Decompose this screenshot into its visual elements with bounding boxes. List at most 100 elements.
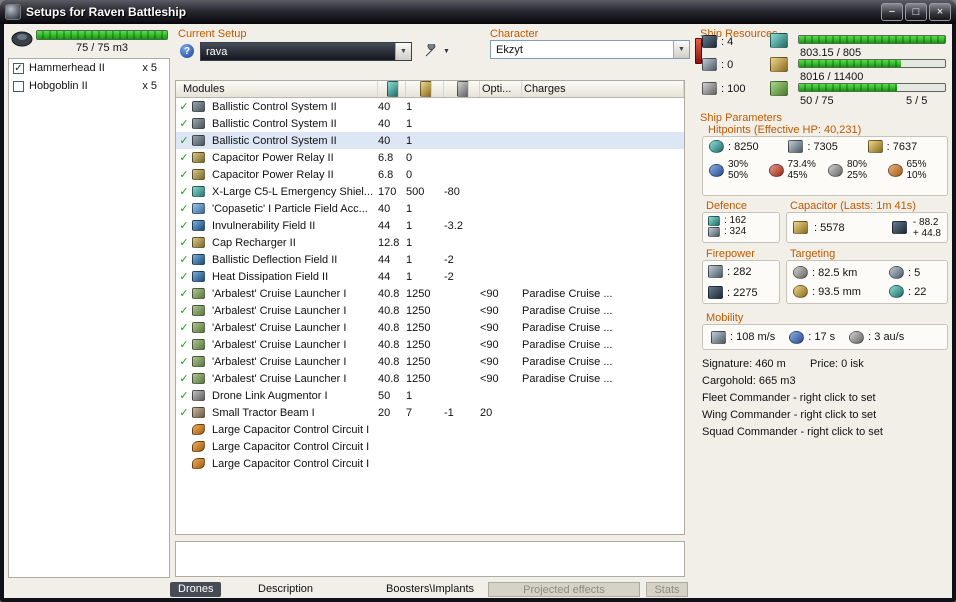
dps-value: : 2275 [727,286,758,299]
launcher-hardpoint-icon [702,58,717,71]
drone-list-item[interactable]: ✓ Hammerhead II x 5 [9,59,169,77]
window-title: Setups for Raven Battleship [26,5,187,19]
drone-list[interactable]: ✓ Hammerhead II x 5 Hobgoblin II x 5 [8,58,170,578]
max-velocity-value: : 108 m/s [730,331,776,343]
sensor-strength-icon [889,285,904,298]
module-name: Invulnerability Field II [212,219,316,232]
minimize-button[interactable]: − [881,3,903,21]
drone-list-item[interactable]: Hobgoblin II x 5 [9,77,169,95]
em-resist-shield: 30% [728,159,749,170]
module-row[interactable]: ✓ Cap Recharger II 12.8 1 [176,234,684,251]
turret-hardpoint-icon [702,35,717,48]
character-combobox-arrow-icon[interactable]: ▼ [673,41,689,58]
character-combobox-value: Ekzyt [496,43,523,56]
module-fitted-check-icon: ✓ [179,356,189,368]
module-fitted-check-icon: ✓ [179,118,189,130]
module-row[interactable]: ✓ 'Arbalest' Cruise Launcher I 40.8 1250 <90… [176,353,684,370]
tab-stats[interactable]: Stats [646,582,688,597]
module-row[interactable]: ✓ Ballistic Control System II 40 1 [176,115,684,132]
drone-name: Hammerhead II [29,62,105,74]
module-cpu: 44 [378,219,391,232]
module-row[interactable]: ✓ X-Large C5-L Emergency Shiel... 170 500 -8… [176,183,684,200]
module-optimal: <90 [480,304,499,317]
module-optimal: <90 [480,355,499,368]
maximize-button[interactable]: □ [905,3,927,21]
module-name: Large Capacitor Control Circuit I [212,423,370,436]
tab-drones[interactable]: Drones [170,582,222,597]
module-cpu: 40 [378,117,391,130]
setup-combobox[interactable]: rava ▼ [200,42,412,61]
module-charges: Paradise Cruise ... [522,304,613,317]
tab-description[interactable]: Description [258,582,313,597]
module-powergrid: 1 [406,117,413,130]
cpu-usage-label: 803.15 / 805 [800,47,862,59]
setup-combobox-arrow-icon[interactable]: ▼ [395,43,411,60]
module-fitted-check-icon: ✓ [179,135,189,147]
module-row[interactable]: ✓ Small Tractor Beam I 20 7 -1 20 [176,404,684,421]
module-row[interactable]: ✓ Heat Dissipation Field II 44 1 -2 [176,268,684,285]
tab-boosters-implants[interactable]: Boosters\Implants [386,582,474,597]
module-powergrid: 1 [406,253,413,266]
module-row[interactable]: ✓ 'Arbalest' Cruise Launcher I 40.8 1250 <90… [176,302,684,319]
capacitor-column-header [444,81,480,97]
launcher-hardpoints-value: : 0 [721,58,734,71]
module-info-box[interactable] [175,541,685,577]
explosive-resist-armor: 10% [906,170,927,181]
tab-projected-effects[interactable]: Projected effects [488,582,640,597]
module-row[interactable]: Large Capacitor Control Circuit I [176,455,684,472]
module-row[interactable]: ✓ Ballistic Control System II 40 1 [176,98,684,115]
targeting-label: Targeting [790,248,836,260]
module-row[interactable]: ✓ Capacitor Power Relay II 6.8 0 [176,166,684,183]
module-row[interactable]: ✓ Capacitor Power Relay II 6.8 0 [176,149,684,166]
fleet-commander-label[interactable]: Fleet Commander - right click to set [702,392,876,404]
close-button[interactable]: × [929,3,951,21]
cargohold-label: Cargohold: 665 m3 [702,375,796,387]
window-content: 75 / 75 m3 ✓ Hammerhead II x 5 Hobgoblin II… [4,24,952,598]
drone-capacity-bar [36,30,168,40]
setup-tools-button[interactable]: ▼ [420,42,453,61]
app-icon [5,4,21,20]
em-resist-armor: 50% [728,170,749,181]
titlebar[interactable]: Setups for Raven Battleship − □ × [0,0,956,24]
kinetic-resist-icon [828,163,843,177]
module-powergrid: 1 [406,219,413,232]
max-targets-value: : 5 [908,266,921,279]
module-row[interactable]: Large Capacitor Control Circuit I [176,438,684,455]
module-powergrid: 1 [406,202,413,215]
squad-commander-label[interactable]: Squad Commander - right click to set [702,426,883,438]
module-cpu: 170 [378,185,397,198]
module-name: Small Tractor Beam I [212,406,315,419]
module-row[interactable]: ✓ Drone Link Augmentor I 50 1 [176,387,684,404]
drone-capacity-fill [37,31,167,39]
module-row[interactable]: ✓ 'Arbalest' Cruise Launcher I 40.8 1250 <90… [176,285,684,302]
thermal-resist-armor: 45% [787,170,808,181]
module-icon [192,118,205,129]
module-row[interactable]: ✓ 'Arbalest' Cruise Launcher I 40.8 1250 <90… [176,336,684,353]
powergrid-icon [770,57,788,72]
module-icon [192,390,205,401]
module-cpu: 40.8 [378,372,400,385]
max-targets-icon [889,266,904,279]
character-combobox[interactable]: Ekzyt ▼ [490,40,690,59]
shield-recharge-value: : 162 [724,215,747,226]
wing-commander-label[interactable]: Wing Commander - right click to set [702,409,876,421]
module-row[interactable]: ✓ 'Arbalest' Cruise Launcher I 40.8 1250 <90… [176,319,684,336]
turret-hardpoints-value: : 4 [721,35,734,48]
defence-label: Defence [706,200,747,212]
module-row[interactable]: ✓ 'Copasetic' I Particle Field Acc... 40 1 [176,200,684,217]
module-row[interactable]: ✓ Ballistic Deflection Field II 44 1 -2 [176,251,684,268]
setup-tools-arrow-icon: ▼ [443,48,450,55]
module-cpu: 40 [378,100,391,113]
module-row[interactable]: ✓ Invulnerability Field II 44 1 -3.2 [176,217,684,234]
drone-checkbox[interactable]: ✓ [13,62,24,74]
module-fitted-check-icon: ✓ [179,101,189,113]
module-charges: Paradise Cruise ... [522,338,613,351]
module-fitted-check-icon: ✓ [179,169,189,181]
module-row[interactable]: ✓ Ballistic Control System II 40 1 [176,132,684,149]
module-row[interactable]: ✓ 'Arbalest' Cruise Launcher I 40.8 1250 <90… [176,370,684,387]
help-icon[interactable]: ? [180,44,194,58]
drone-checkbox[interactable] [13,80,24,92]
powergrid-bar-fill [799,60,902,67]
module-row[interactable]: Large Capacitor Control Circuit I [176,421,684,438]
module-cpu: 6.8 [378,151,394,164]
